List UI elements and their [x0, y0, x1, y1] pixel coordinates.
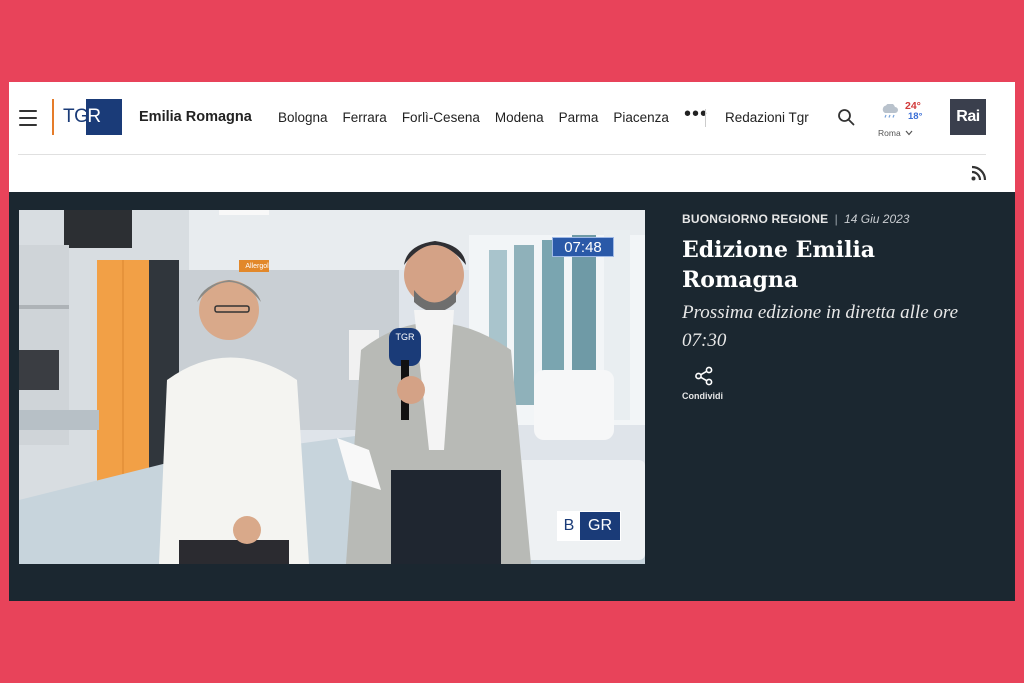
region-title[interactable]: Emilia Romagna — [139, 109, 252, 125]
hamburger-menu-icon[interactable] — [19, 110, 37, 126]
weather-city-label: Roma — [878, 128, 901, 138]
microphone-logo: TGR — [395, 332, 415, 342]
tgr-logo-tg: TG — [63, 106, 89, 127]
weather-city: Roma — [878, 128, 913, 138]
rain-cloud-icon — [882, 104, 898, 118]
share-icon — [695, 366, 713, 386]
redazioni-tgr-link[interactable]: Redazioni Tgr — [725, 110, 809, 125]
nav-item-piacenza[interactable]: Piacenza — [613, 110, 669, 125]
show-name-link[interactable]: BUONGIORNO REGIONE — [682, 212, 828, 226]
video-player[interactable]: 07:48 TGR Allergol B GR — [19, 210, 645, 564]
rai-logo[interactable]: Rai — [950, 99, 986, 135]
province-nav: Bologna Ferrara Forlì-Cesena Modena Parm… — [278, 103, 721, 125]
rss-icon[interactable] — [971, 165, 987, 181]
weather-widget[interactable]: 24° 18° Roma — [875, 98, 931, 142]
site-header: TG R Emilia Romagna Bologna Ferrara Forl… — [9, 82, 1015, 154]
nav-more[interactable]: ••• — [684, 103, 707, 125]
channel-bug-b: B — [558, 512, 580, 540]
article-subtitle: Prossima edizione in diretta alle ore 07… — [682, 302, 959, 351]
live-section: 07:48 TGR Allergol B GR BUONGIORNO REGIO… — [9, 192, 1015, 601]
share-button[interactable]: Condividi — [682, 366, 742, 401]
header-divider — [18, 154, 986, 155]
broadcast-time-overlay: 07:48 — [552, 237, 614, 257]
video-frame-image — [19, 210, 645, 564]
channel-bug: B GR — [557, 511, 621, 541]
temperature-min: 18° — [908, 111, 923, 122]
tgr-logo[interactable]: TG R — [52, 99, 124, 135]
nav-divider — [705, 109, 706, 127]
nav-item-bologna[interactable]: Bologna — [278, 110, 328, 125]
nav-item-parma[interactable]: Parma — [559, 110, 599, 125]
nav-item-ferrara[interactable]: Ferrara — [343, 110, 387, 125]
nav-item-modena[interactable]: Modena — [495, 110, 544, 125]
ward-sign: Allergol — [245, 263, 269, 270]
search-icon[interactable] — [837, 108, 855, 126]
article-info: BUONGIORNO REGIONE | 14 Giu 2023 Edizion… — [682, 212, 1002, 401]
tgr-logo-r: R — [86, 99, 123, 135]
article-title: Edizione Emilia Romagna — [682, 237, 876, 293]
publish-date: 14 Giu 2023 — [844, 212, 910, 226]
chevron-down-icon — [905, 130, 913, 136]
channel-bug-gr: GR — [580, 512, 620, 540]
kicker: BUONGIORNO REGIONE | 14 Giu 2023 — [682, 212, 1002, 226]
browser-page: TG R Emilia Romagna Bologna Ferrara Forl… — [9, 82, 1015, 601]
share-label: Condividi — [682, 391, 723, 401]
kicker-separator: | — [834, 212, 838, 226]
nav-item-forli-cesena[interactable]: Forlì-Cesena — [402, 110, 480, 125]
